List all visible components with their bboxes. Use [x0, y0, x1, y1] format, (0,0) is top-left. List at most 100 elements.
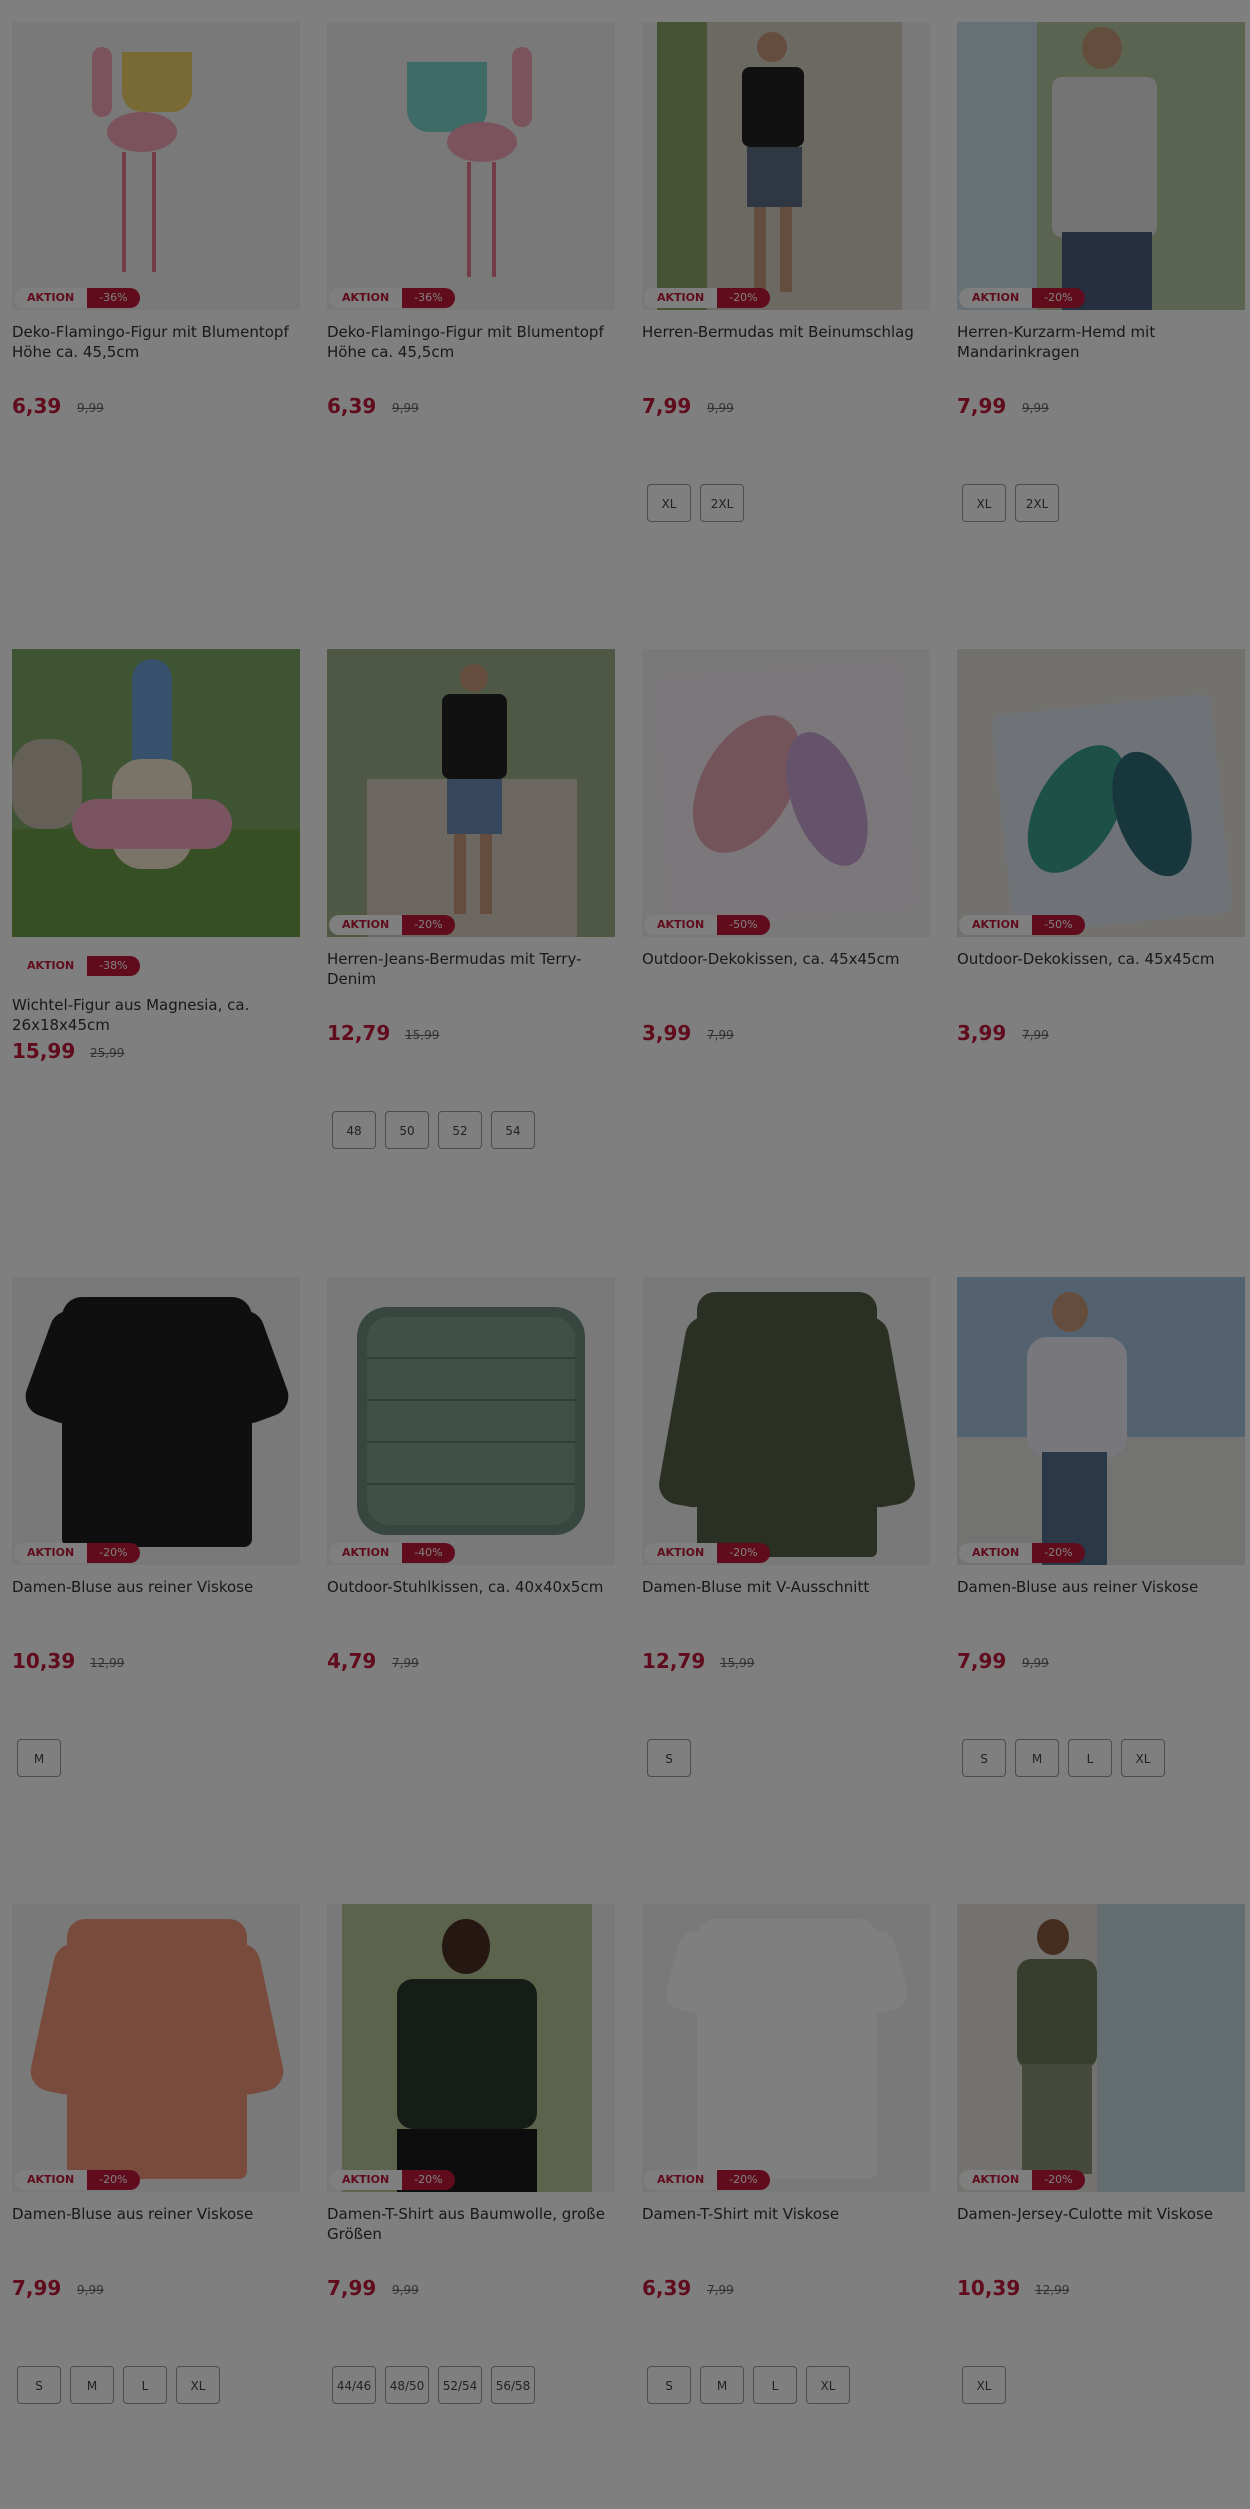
size-option-button[interactable]: XL: [647, 484, 691, 522]
size-option-button[interactable]: XL: [806, 2366, 850, 2404]
product-card[interactable]: AKTION -50% Outdoor-Dekokissen, ca. 45x45c…: [957, 649, 1247, 1209]
product-title[interactable]: Wichtel-Figur aus Magnesia, ca. 26x18x45…: [12, 995, 302, 1035]
product-title[interactable]: Outdoor-Dekokissen, ca. 45x45cm: [957, 949, 1247, 969]
old-price: 9,99: [707, 401, 734, 415]
product-card[interactable]: AKTION -40% Outdoor-Stuhlkissen, ca. 40x40…: [327, 1277, 617, 1837]
product-card[interactable]: AKTION -50% Outdoor-Dekokissen, ca. 45x45c…: [642, 649, 932, 1209]
size-option-button[interactable]: 52: [438, 1111, 482, 1149]
product-title[interactable]: Outdoor-Dekokissen, ca. 45x45cm: [642, 949, 932, 969]
product-image[interactable]: [12, 22, 300, 310]
product-card[interactable]: AKTION -20% Damen-Bluse mit V-Ausschnitt 12…: [642, 1277, 932, 1837]
discount-badge: AKTION -50%: [644, 914, 770, 936]
product-card[interactable]: AKTION -36% Deko-Flamingo-Figur mit Blumen…: [12, 22, 302, 582]
product-title[interactable]: Damen-Bluse aus reiner Viskose: [12, 2204, 302, 2224]
product-image[interactable]: [642, 22, 930, 310]
size-option-button[interactable]: 50: [385, 1111, 429, 1149]
product-image[interactable]: [957, 649, 1245, 937]
old-price: 9,99: [392, 2283, 419, 2297]
size-option-button[interactable]: M: [17, 1739, 61, 1777]
size-option-button[interactable]: XL: [1121, 1739, 1165, 1777]
product-card[interactable]: AKTION -20% Herren-Bermudas mit Beinumschl…: [642, 22, 932, 582]
size-options: XL 2XL: [647, 484, 744, 522]
product-image[interactable]: [642, 649, 930, 937]
size-option-button[interactable]: L: [1068, 1739, 1112, 1777]
product-card[interactable]: AKTION -20% Damen-Bluse aus reiner Viskose…: [957, 1277, 1247, 1837]
product-title[interactable]: Damen-Bluse mit V-Ausschnitt: [642, 1577, 932, 1597]
size-option-button[interactable]: XL: [962, 484, 1006, 522]
size-option-button[interactable]: M: [70, 2366, 114, 2404]
product-image[interactable]: [957, 22, 1245, 310]
aktion-label: AKTION: [329, 2170, 403, 2190]
aktion-label: AKTION: [959, 2170, 1033, 2190]
product-card[interactable]: AKTION -20% Damen-T-Shirt aus Baumwolle, g…: [327, 1904, 617, 2464]
discount-percent: -20%: [1032, 288, 1085, 308]
product-card[interactable]: AKTION -20% Damen-Bluse aus reiner Viskose…: [12, 1904, 302, 2464]
product-title[interactable]: Outdoor-Stuhlkissen, ca. 40x40x5cm: [327, 1577, 617, 1597]
size-option-button[interactable]: 54: [491, 1111, 535, 1149]
product-title[interactable]: Damen-T-Shirt mit Viskose: [642, 2204, 932, 2224]
product-price: 7,99: [957, 394, 1007, 418]
size-option-button[interactable]: 48: [332, 1111, 376, 1149]
discount-badge: AKTION -20%: [959, 2169, 1085, 2191]
product-card[interactable]: AKTION -36% Deko-Flamingo-Figur mit Blumen…: [327, 22, 617, 582]
product-title[interactable]: Deko-Flamingo-Figur mit Blumentopf Höhe …: [12, 322, 302, 362]
product-image[interactable]: [642, 1904, 930, 2192]
size-option-button[interactable]: 44/46: [332, 2366, 376, 2404]
product-price: 10,39: [12, 1649, 76, 1673]
product-image[interactable]: [12, 649, 300, 937]
size-option-button[interactable]: S: [962, 1739, 1006, 1777]
product-card[interactable]: AKTION -20% Damen-T-Shirt mit Viskose 6,39 7…: [642, 1904, 932, 2464]
product-price: 3,99: [957, 1021, 1007, 1045]
size-option-button[interactable]: XL: [962, 2366, 1006, 2404]
product-card[interactable]: AKTION -20% Herren-Kurzarm-Hemd mit Mandar…: [957, 22, 1247, 582]
product-image[interactable]: [327, 22, 615, 310]
size-option-button[interactable]: S: [647, 2366, 691, 2404]
discount-percent: -50%: [1032, 915, 1085, 935]
product-title[interactable]: Damen-Bluse aus reiner Viskose: [957, 1577, 1247, 1597]
discount-percent: -40%: [402, 1543, 455, 1563]
size-options: S: [647, 1739, 691, 1777]
product-image[interactable]: [12, 1277, 300, 1565]
size-option-button[interactable]: 2XL: [1015, 484, 1059, 522]
product-card[interactable]: AKTION -20% Herren-Jeans-Bermudas mit Terr…: [327, 649, 617, 1209]
product-image[interactable]: [957, 1904, 1245, 2192]
product-title[interactable]: Deko-Flamingo-Figur mit Blumentopf Höhe …: [327, 322, 617, 362]
product-title[interactable]: Damen-Jersey-Culotte mit Viskose: [957, 2204, 1247, 2224]
size-option-button[interactable]: M: [1015, 1739, 1059, 1777]
old-price: 12,99: [90, 1656, 125, 1670]
product-title[interactable]: Herren-Kurzarm-Hemd mit Mandarinkragen: [957, 322, 1247, 362]
size-options: S M L XL: [647, 2366, 850, 2404]
product-image[interactable]: [327, 1904, 615, 2192]
discount-percent: -20%: [717, 288, 770, 308]
size-option-button[interactable]: 56/58: [491, 2366, 535, 2404]
size-option-button[interactable]: S: [17, 2366, 61, 2404]
product-image[interactable]: [642, 1277, 930, 1565]
size-options: XL: [962, 2366, 1006, 2404]
discount-badge: AKTION -20%: [959, 1542, 1085, 1564]
size-option-button[interactable]: S: [647, 1739, 691, 1777]
product-title[interactable]: Herren-Jeans-Bermudas mit Terry-Denim: [327, 949, 617, 989]
product-image[interactable]: [327, 1277, 615, 1565]
product-price: 12,79: [327, 1021, 391, 1045]
discount-percent: -20%: [402, 2170, 455, 2190]
product-card[interactable]: AKTION -38% Wichtel-Figur aus Magnesia, ca…: [12, 649, 302, 1209]
discount-percent: -20%: [1032, 2170, 1085, 2190]
product-price: 7,99: [642, 394, 692, 418]
product-card[interactable]: AKTION -20% Damen-Bluse aus reiner Viskose…: [12, 1277, 302, 1837]
size-option-button[interactable]: 48/50: [385, 2366, 429, 2404]
size-option-button[interactable]: 2XL: [700, 484, 744, 522]
product-title[interactable]: Damen-T-Shirt aus Baumwolle, große Größe…: [327, 2204, 617, 2244]
size-option-button[interactable]: M: [700, 2366, 744, 2404]
aktion-label: AKTION: [644, 2170, 718, 2190]
product-image[interactable]: [327, 649, 615, 937]
product-card[interactable]: AKTION -20% Damen-Jersey-Culotte mit Visko…: [957, 1904, 1247, 2464]
old-price: 7,99: [392, 1656, 419, 1670]
size-option-button[interactable]: 52/54: [438, 2366, 482, 2404]
product-title[interactable]: Damen-Bluse aus reiner Viskose: [12, 1577, 302, 1597]
product-title[interactable]: Herren-Bermudas mit Beinumschlag: [642, 322, 932, 342]
size-option-button[interactable]: XL: [176, 2366, 220, 2404]
size-option-button[interactable]: L: [123, 2366, 167, 2404]
product-image[interactable]: [12, 1904, 300, 2192]
size-option-button[interactable]: L: [753, 2366, 797, 2404]
product-image[interactable]: [957, 1277, 1245, 1565]
